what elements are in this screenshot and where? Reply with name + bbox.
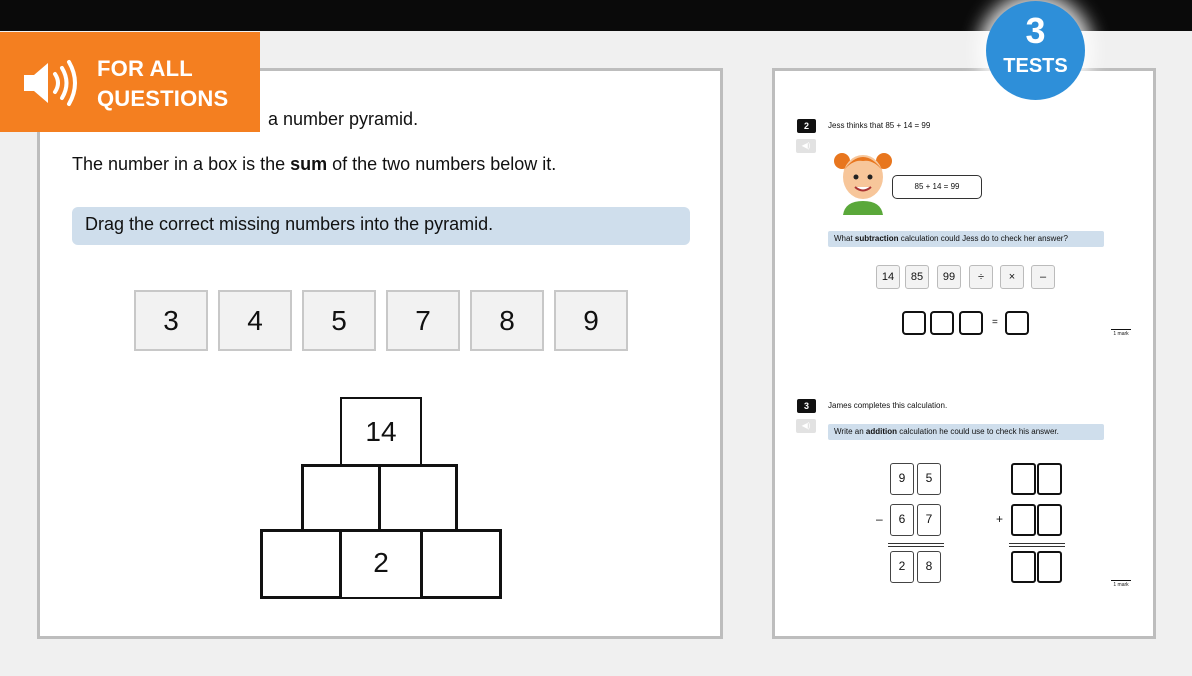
q3-mark-label: 1 mark — [1111, 580, 1131, 588]
rule-suffix: of the two numbers below it. — [327, 154, 557, 174]
q2-answer-box-3 — [959, 311, 983, 335]
digit-2: 2 — [890, 551, 914, 583]
speaker-icon: ◀) — [801, 421, 811, 430]
drag-tile-4[interactable]: 4 — [218, 290, 292, 351]
question-card-preview: 2 Jess thinks that 85 + 14 = 99 ◀) 85 + … — [772, 68, 1156, 639]
tests-count-number: 3 — [1025, 10, 1046, 51]
digit-7: 7 — [917, 504, 941, 536]
jess-avatar — [834, 153, 892, 215]
drag-tile-5[interactable]: 5 — [302, 290, 376, 351]
tests-count-label: TESTS — [1003, 55, 1068, 77]
q2-prompt-suffix: calculation could Jess do to check her a… — [898, 234, 1068, 243]
pyramid-drop-zone-bottom-left[interactable] — [260, 529, 342, 599]
speech-bubble: 85 + 14 = 99 — [892, 175, 982, 199]
sum-line — [888, 543, 944, 544]
q2-prompt-bold: subtraction — [854, 234, 899, 243]
chip-99: 99 — [937, 265, 961, 289]
audio-all-questions-button[interactable]: FOR ALL QUESTIONS — [0, 32, 260, 132]
question-2-number: 2 — [797, 119, 816, 133]
audio-label-line2: QUESTIONS — [97, 86, 229, 111]
pyramid-rule-text: The number in a box is the sum of the tw… — [72, 154, 556, 175]
q3-prompt-bold: addition — [865, 427, 897, 436]
pyramid-drop-zone-bottom-right[interactable] — [420, 529, 502, 599]
speaker-icon: ◀) — [801, 141, 811, 150]
question-3-number: 3 — [797, 399, 816, 413]
drag-tile-9[interactable]: 9 — [554, 290, 628, 351]
question-card-pyramid: a number pyramid. The number in a box is… — [37, 68, 723, 639]
question-2-audio-button[interactable]: ◀) — [796, 139, 816, 153]
intro-text: a number pyramid. — [268, 109, 419, 129]
chip-85: 85 — [905, 265, 929, 289]
rule-prefix: The number in a box is the — [72, 154, 291, 174]
instruction-banner: Drag the correct missing numbers into th… — [72, 207, 690, 245]
q2-prompt-prefix: What — [834, 234, 855, 243]
digit-9: 9 — [890, 463, 914, 495]
rule-bold-word: sum — [290, 154, 328, 174]
q2-equals-sign: = — [992, 317, 998, 328]
add-box — [1011, 463, 1036, 495]
chip-14: 14 — [876, 265, 900, 289]
add-box — [1037, 463, 1062, 495]
speaker-icon — [24, 60, 77, 106]
sum-line — [1009, 543, 1065, 544]
question-3-prompt: Write an addition calculation he could u… — [828, 424, 1104, 440]
plus-sign: + — [996, 512, 1004, 526]
drag-tile-8[interactable]: 8 — [470, 290, 544, 351]
q2-answer-box-1 — [902, 311, 926, 335]
minus-sign: – — [876, 512, 883, 526]
add-box — [1011, 504, 1036, 536]
q2-mark-label: 1 mark — [1111, 329, 1131, 337]
digit-8: 8 — [917, 551, 941, 583]
add-box — [1037, 504, 1062, 536]
add-box — [1037, 551, 1062, 583]
audio-label-line1: FOR ALL — [97, 56, 193, 81]
question-2-text: Jess thinks that 85 + 14 = 99 — [828, 121, 931, 130]
sum-line — [888, 546, 944, 547]
digit-6: 6 — [890, 504, 914, 536]
chip-minus: – — [1031, 265, 1055, 289]
digit-5: 5 — [917, 463, 941, 495]
question-3-text: James completes this calculation. — [828, 401, 948, 410]
q3-prompt-suffix: calculation he could use to check his an… — [896, 427, 1059, 436]
pyramid-drop-zone-middle-left[interactable] — [301, 464, 381, 532]
pyramid-bottom-middle-box: 2 — [340, 529, 422, 599]
q2-answer-box-2 — [930, 311, 954, 335]
pyramid-top-box: 14 — [340, 397, 422, 467]
question-2-prompt: What subtraction calculation could Jess … — [828, 231, 1104, 247]
add-box — [1011, 551, 1036, 583]
q3-prompt-prefix: Write an — [834, 427, 866, 436]
drag-tile-7[interactable]: 7 — [386, 290, 460, 351]
drag-tile-3[interactable]: 3 — [134, 290, 208, 351]
sum-line — [1009, 546, 1065, 547]
chip-multiply: × — [1000, 265, 1024, 289]
q2-answer-box-4 — [1005, 311, 1029, 335]
pyramid-drop-zone-middle-right[interactable] — [378, 464, 458, 532]
question-3-audio-button[interactable]: ◀) — [796, 419, 816, 433]
tests-count-badge: 3 TESTS — [986, 1, 1085, 100]
chip-divide: ÷ — [969, 265, 993, 289]
